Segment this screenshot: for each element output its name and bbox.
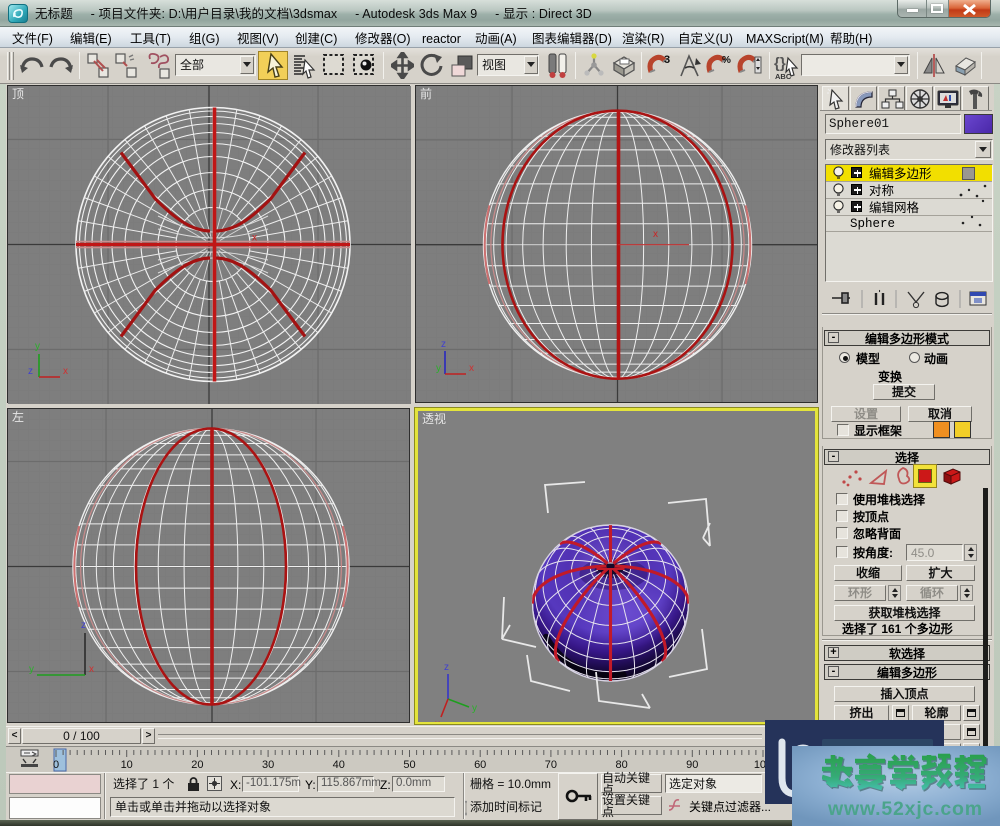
svg-text:50: 50 [403, 759, 415, 771]
svg-text:90: 90 [686, 759, 698, 771]
svg-text:x: x [435, 719, 440, 722]
svg-text:x: x [469, 363, 474, 374]
svg-text:%: % [722, 55, 731, 66]
svg-text:y: y [35, 341, 40, 352]
svg-text:y: y [472, 703, 477, 714]
svg-text:z: z [81, 620, 86, 631]
svg-text:x: x [653, 229, 658, 240]
svg-text:y: y [29, 664, 34, 675]
svg-text:z: z [444, 662, 449, 673]
svg-text:30: 30 [262, 759, 274, 771]
svg-text:ABC: ABC [775, 72, 792, 81]
svg-text:z: z [441, 339, 446, 350]
svg-text:3: 3 [664, 54, 670, 66]
svg-text:20: 20 [191, 759, 203, 771]
svg-text:80: 80 [615, 759, 627, 771]
svg-text:x: x [252, 233, 257, 244]
svg-text:y: y [436, 363, 441, 374]
svg-text:x: x [89, 664, 94, 675]
svg-text:x: x [63, 366, 68, 377]
svg-text:{}: {} [774, 55, 786, 72]
svg-text:60: 60 [474, 759, 486, 771]
svg-text:70: 70 [545, 759, 557, 771]
svg-text:10: 10 [121, 759, 133, 771]
svg-text:40: 40 [333, 759, 345, 771]
svg-text:z: z [28, 366, 33, 377]
svg-text:0: 0 [53, 759, 59, 771]
